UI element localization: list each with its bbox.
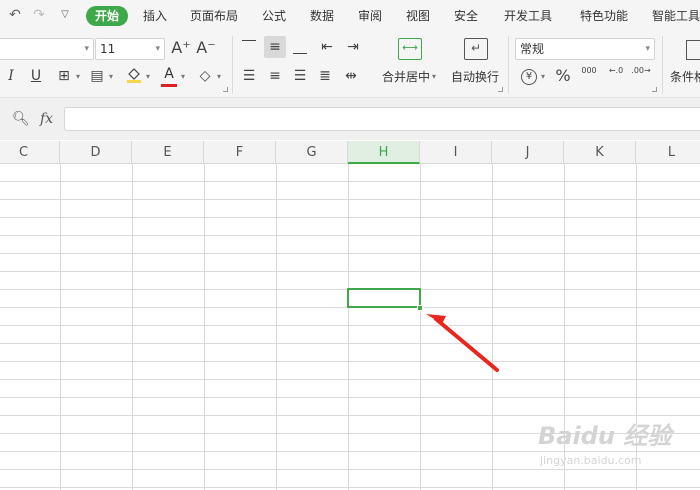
redo-icon[interactable]: ↷ [30,6,48,24]
wrap-text-icon[interactable]: ↵ [464,38,488,60]
justify-icon[interactable]: ≣ [314,65,336,87]
chevron-down-icon[interactable]: ▾ [432,72,436,81]
chevron-down-icon[interactable]: ▽ [56,6,74,24]
number-dialog-launcher[interactable] [652,87,657,92]
border-icon[interactable]: ⊞ [53,65,75,87]
tab-smart-tools[interactable]: 智能工具 [652,0,700,32]
percent-button[interactable]: % [552,65,574,87]
cell-style-icon[interactable]: ▤ [86,65,108,87]
tab-security[interactable]: 安全 [454,0,478,32]
ribbon-separator [508,36,509,94]
ribbon-separator [662,36,663,94]
column-header-j[interactable]: J [492,141,564,164]
undo-icon[interactable]: ↶ [6,6,24,24]
number-format-select[interactable]: 常规 ▾ [515,38,655,60]
chevron-down-icon[interactable]: ▾ [109,72,113,81]
tab-data[interactable]: 数据 [310,0,334,32]
fill-color-button[interactable] [123,65,145,87]
eraser-icon[interactable]: ◇ [194,65,216,87]
increase-indent-icon[interactable]: ⇥ [342,36,364,58]
tab-formulas[interactable]: 公式 [262,0,286,32]
currency-icon[interactable]: ¥ [518,65,540,87]
increase-decimal-button[interactable]: ←.0 [605,65,627,87]
increase-font-button[interactable]: A⁺ [170,37,192,59]
align-center-icon[interactable]: ≡ [264,65,286,87]
number-format-value: 常规 [520,42,545,56]
alignment-dialog-launcher[interactable] [498,87,503,92]
column-headers: C D E F G H I J K L [0,141,700,164]
italic-button[interactable]: I [0,65,22,87]
formula-bar: 🔍︎ fx [0,98,700,140]
tab-page-layout[interactable]: 页面布局 [190,0,238,32]
chevron-down-icon: ▾ [155,44,160,54]
zoom-icon[interactable]: 🔍︎ [12,111,30,129]
chevron-down-icon[interactable]: ▾ [76,72,80,81]
chevron-down-icon[interactable]: ▾ [217,72,221,81]
merge-center-icon[interactable]: ⟷ [398,38,422,60]
chevron-down-icon: ▾ [645,44,650,54]
thousands-separator-button[interactable]: 000 [578,65,600,87]
decrease-font-button[interactable]: A⁻ [195,37,217,59]
tab-insert[interactable]: 插入 [143,0,167,32]
menu-bar: ↶ ↷ ▽ 开始 插入 页面布局 公式 数据 审阅 视图 安全 开发工具 特色功… [0,0,700,32]
chevron-down-icon: ▾ [84,44,89,54]
column-header-i[interactable]: I [420,141,492,164]
formula-input[interactable] [64,107,700,131]
tab-home[interactable]: 开始 [86,6,129,26]
font-color-button[interactable]: A [158,63,180,85]
font-size-select[interactable]: 11 ▾ [95,38,165,60]
conditional-format-label[interactable]: 条件格式 [670,68,700,85]
decrease-decimal-button[interactable]: .00→ [630,65,652,87]
column-header-g[interactable]: G [276,141,348,164]
align-top-icon[interactable]: ⎺ [238,36,260,58]
chevron-down-icon[interactable]: ▾ [541,72,545,81]
font-color-letter: A [164,66,174,82]
column-header-k[interactable]: K [564,141,636,164]
tab-view[interactable]: 视图 [406,0,430,32]
ribbon-separator [232,36,233,94]
column-header-f[interactable]: F [204,141,276,164]
font-dialog-launcher[interactable] [223,87,228,92]
align-right-icon[interactable]: ☰ [289,65,311,87]
tab-developer[interactable]: 开发工具 [504,0,552,32]
ribbon-toolbar: ▾ 11 ▾ A⁺ A⁻ I U ⊞ ▾ ▤ ▾ ▾ A ▾ ◇ ▾ ⎺ ≡ ⎽… [0,32,700,98]
distributed-align-icon[interactable]: ⇹ [340,65,362,87]
tab-review[interactable]: 审阅 [358,0,382,32]
chevron-down-icon[interactable]: ▾ [181,72,185,81]
align-bottom-icon[interactable]: ⎽ [289,36,311,58]
tab-special-features[interactable]: 特色功能 [580,0,628,32]
align-middle-icon[interactable]: ≡ [264,36,286,58]
decrease-indent-icon[interactable]: ⇤ [316,36,338,58]
column-header-e[interactable]: E [132,141,204,164]
align-left-icon[interactable]: ☰ [238,65,260,87]
font-size-value: 11 [100,42,116,56]
watermark-sub-text: jingyan.baidu.com [540,454,642,467]
merge-center-label[interactable]: 合并居中 [382,68,430,85]
column-header-c[interactable]: C [0,141,60,164]
font-name-select[interactable]: ▾ [0,38,94,60]
font-color-swatch [161,84,177,87]
column-header-h[interactable]: H [348,141,420,164]
chevron-down-icon[interactable]: ▾ [146,72,150,81]
watermark-main-text: Baidu 经验 [538,422,672,450]
column-header-l[interactable]: L [636,141,700,164]
wrap-text-label[interactable]: 自动换行 [451,68,499,85]
paint-bucket-icon [127,68,141,83]
fx-label[interactable]: fx [40,111,53,127]
conditional-format-icon[interactable] [686,40,700,60]
column-header-d[interactable]: D [60,141,132,164]
underline-button[interactable]: U [25,65,47,87]
baidu-watermark-logo: Baidu 经验 jingyan.baidu.com [532,412,700,472]
